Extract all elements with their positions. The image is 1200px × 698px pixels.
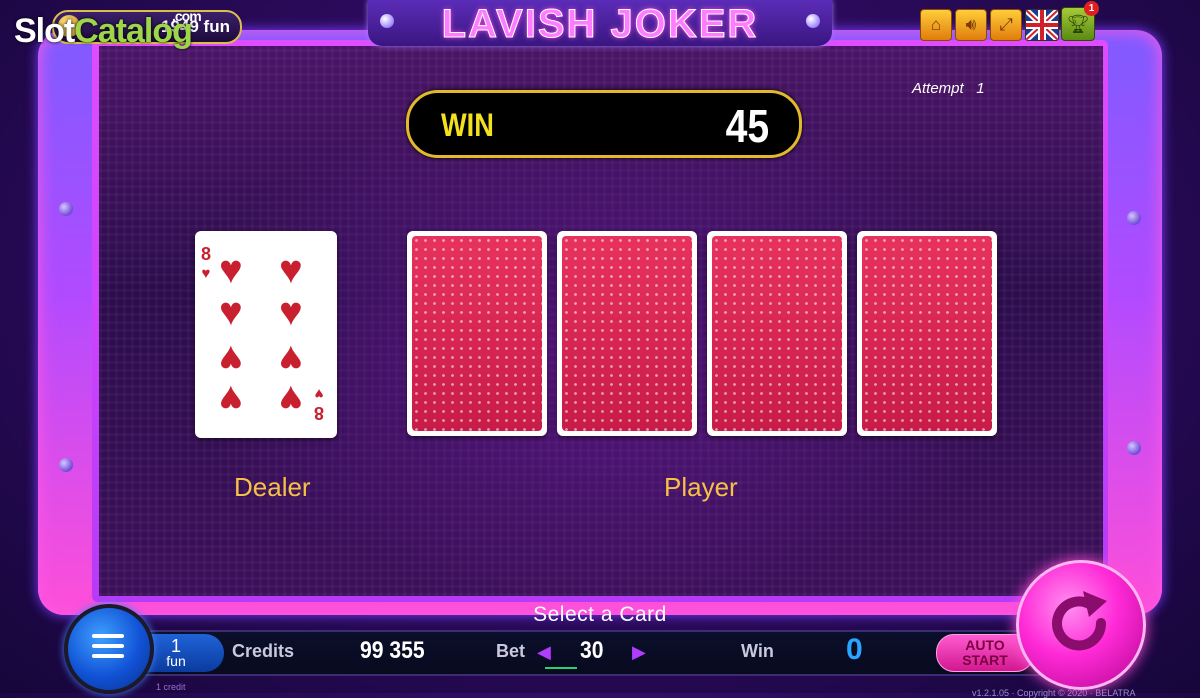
menu-button[interactable] (64, 604, 154, 694)
heart-icon: ♥ (219, 290, 243, 334)
trophy-icon: 🏆︎ (1066, 14, 1090, 34)
player-card-2[interactable] (557, 231, 697, 436)
bet-value: 30 (580, 637, 604, 664)
bet-label: Bet (496, 641, 526, 661)
card-rank-bottom: 8 ♥ (314, 384, 325, 423)
player-label: Player (664, 472, 738, 502)
heart-icon: ♥ (279, 248, 303, 292)
card-rank-top: 8 ♥ (201, 245, 211, 283)
dealer-label: Dealer (234, 472, 311, 502)
heart-icon: ♥ (219, 337, 243, 381)
expand-icon: ⤢ (999, 15, 1013, 34)
copyright-text: v1.2.1.05 · Copyright © 2020 · BELATRA (972, 688, 1136, 698)
speaker-icon: 🔊︎ (965, 15, 977, 34)
win-display: WIN 45 (406, 90, 802, 158)
denomination-button[interactable]: 1 fun (146, 634, 224, 672)
card-suit: ♥ (201, 265, 211, 282)
sound-button[interactable]: 🔊︎ (955, 9, 987, 41)
card-back-pattern (562, 236, 692, 431)
attempt-label: Attempt (912, 80, 964, 97)
home-icon: ⌂ (930, 15, 942, 34)
card-rank: 8 (201, 244, 212, 264)
language-button[interactable] (1025, 9, 1059, 41)
heart-icon: ♥ (219, 248, 243, 292)
spin-button[interactable] (1016, 560, 1146, 690)
dealer-card: 8 ♥ ♥ ♥ ♥ ♥ ♥ ♥ ♥ ♥ 8 ♥ (195, 231, 337, 438)
card-suit: ♥ (314, 385, 324, 402)
win-value-bottom: 0 (846, 633, 863, 666)
hamburger-icon (92, 634, 124, 664)
credits-label: Credits (232, 641, 295, 661)
watermark-suffix: .com (172, 8, 202, 24)
player-card-4[interactable] (857, 231, 997, 436)
game-title: LAVISH JOKER (441, 2, 759, 47)
bet-increase-button[interactable]: ▶ (632, 642, 646, 663)
notification-badge: 1 (1084, 1, 1099, 16)
player-card-3[interactable] (707, 231, 847, 436)
home-button[interactable]: ⌂ (920, 9, 952, 41)
card-back-pattern (862, 236, 992, 431)
frame-bolt (59, 458, 73, 472)
win-label: WIN (441, 107, 494, 143)
attempt-counter: Attempt 1 (912, 80, 985, 97)
frame-bolt (1127, 211, 1141, 225)
frame-bolt (59, 202, 73, 216)
heart-icon: ♥ (279, 377, 303, 421)
watermark-logo: SlotCatalog .com (14, 8, 202, 51)
bet-decrease-button[interactable]: ◀ (537, 642, 551, 663)
heart-icon: ♥ (279, 290, 303, 334)
bet-indicator (545, 667, 577, 669)
card-back-pattern (712, 236, 842, 431)
credits-value: 99 355 (360, 637, 425, 664)
card-back-pattern (412, 236, 542, 431)
denomination-unit: fun (166, 653, 186, 669)
credit-note: 1 credit (156, 682, 186, 692)
win-amount: 45 (725, 100, 769, 152)
fullscreen-button[interactable]: ⤢ (990, 9, 1022, 41)
uk-flag-icon (1026, 10, 1058, 40)
frame-bolt (1127, 441, 1141, 455)
win-label-bottom: Win (741, 641, 774, 661)
player-card-1[interactable] (407, 231, 547, 436)
watermark-part1: Slot (14, 12, 75, 50)
attempt-value: 1 (976, 80, 985, 97)
refresh-arrow-icon (1052, 591, 1107, 651)
card-rank: 8 (314, 403, 325, 423)
heart-icon: ♥ (219, 377, 243, 421)
heart-icon: ♥ (279, 337, 303, 381)
auto-start-line2: START (962, 652, 1008, 668)
